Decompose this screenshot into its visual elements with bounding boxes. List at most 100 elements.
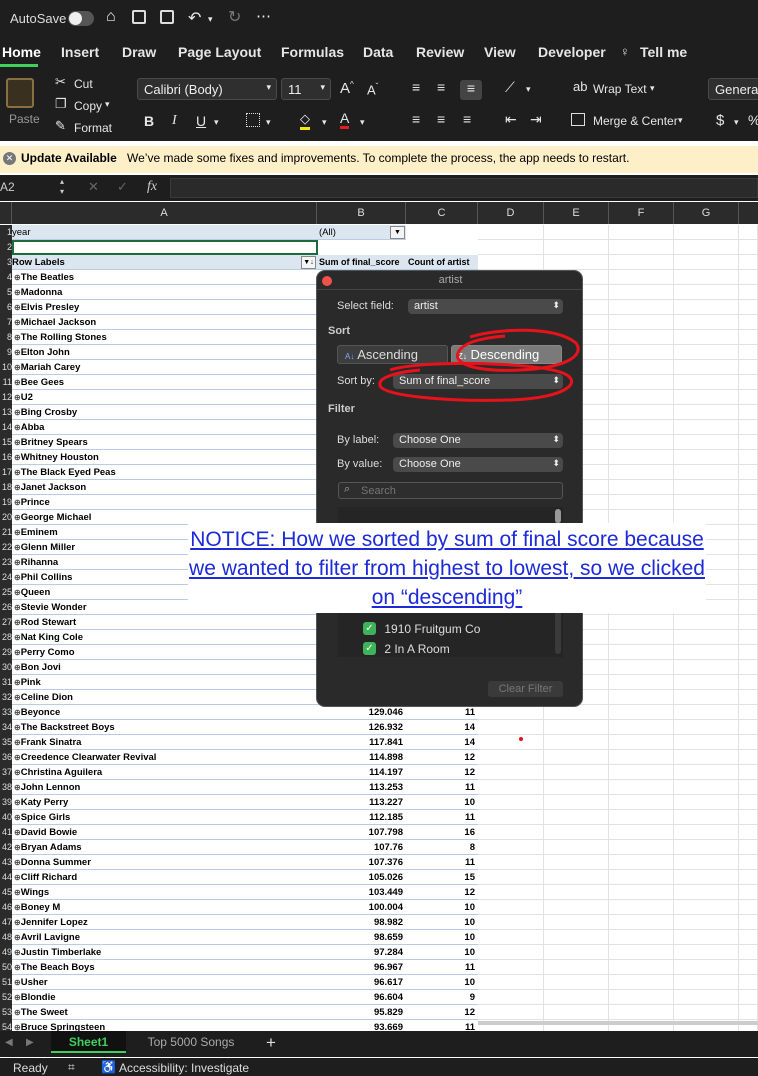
row-number[interactable]: 5 [0,285,12,300]
row-number[interactable]: 46 [0,900,12,915]
artist-cell[interactable]: ⊕Bryan Adams [12,840,317,855]
macro-record-icon[interactable]: ⌗ [68,1060,75,1075]
enter-icon[interactable]: ✓ [117,179,128,195]
count-cell[interactable]: 11 [406,855,478,870]
empty-cell[interactable] [609,240,674,255]
empty-cell[interactable] [739,975,758,990]
percent-icon[interactable]: % [748,112,758,128]
redo-icon[interactable]: ↻ [228,7,241,27]
empty-cell[interactable] [739,930,758,945]
row-number[interactable]: 18 [0,480,12,495]
empty-cell[interactable] [544,705,609,720]
empty-cell[interactable] [674,735,739,750]
expand-icon[interactable]: ⊕ [14,858,21,867]
row-number[interactable]: 39 [0,795,12,810]
empty-cell[interactable] [674,480,739,495]
empty-cell[interactable] [674,975,739,990]
empty-cell[interactable] [544,1005,609,1020]
more-icon[interactable]: ⋯ [256,7,271,25]
artist-cell[interactable]: ⊕Bon Jovi [12,660,317,675]
empty-cell[interactable] [739,375,758,390]
sort-by-dropdown[interactable]: Sum of final_score ⬍ [393,374,563,389]
empty-cell[interactable] [478,1005,544,1020]
row-number[interactable]: 32 [0,690,12,705]
sum-cell[interactable]: 113.253 [317,780,406,795]
save-icon[interactable] [132,10,146,24]
artist-cell[interactable]: ⊕Nat King Cole [12,630,317,645]
row-number[interactable]: 26 [0,600,12,615]
format-painter-button[interactable]: Format [74,121,112,135]
count-cell[interactable]: 11 [406,1020,478,1031]
count-cell[interactable]: 11 [406,810,478,825]
select-all-corner[interactable] [0,202,12,224]
expand-icon[interactable]: ⊕ [14,678,21,687]
row-number[interactable]: 10 [0,360,12,375]
empty-cell[interactable] [739,465,758,480]
column-header-e[interactable]: E [544,202,609,224]
artist-cell[interactable]: ⊕Beyonce [12,705,317,720]
empty-cell[interactable] [739,720,758,735]
empty-cell[interactable] [674,720,739,735]
empty-cell[interactable] [739,480,758,495]
row-number[interactable]: 24 [0,570,12,585]
paste-icon[interactable] [6,78,34,108]
empty-cell[interactable] [609,870,674,885]
decrease-font-icon[interactable]: Aˇ [367,82,378,97]
empty-cell[interactable] [544,975,609,990]
artist-cell[interactable]: ⊕Abba [12,420,317,435]
sort-filter-icon[interactable]: ▼↓ [301,256,316,269]
empty-cell[interactable] [739,315,758,330]
empty-cell[interactable] [609,390,674,405]
tab-developer[interactable]: Developer [538,44,606,60]
empty-cell[interactable] [674,750,739,765]
empty-cell[interactable] [478,990,544,1005]
empty-cell[interactable] [544,990,609,1005]
borders-dropdown-icon[interactable]: ▾ [266,117,271,128]
empty-cell[interactable] [674,930,739,945]
copy-button[interactable]: Copy [74,99,102,113]
empty-cell[interactable] [739,795,758,810]
empty-cell[interactable] [478,810,544,825]
prev-sheet-icon[interactable]: ◀ [5,1037,13,1048]
artist-cell[interactable]: ⊕Janet Jackson [12,480,317,495]
align-right-icon[interactable]: ≡ [463,111,471,127]
expand-icon[interactable]: ⊕ [14,978,21,987]
expand-icon[interactable]: ⊕ [14,708,21,717]
expand-icon[interactable]: ⊕ [14,393,21,402]
empty-cell[interactable] [674,990,739,1005]
empty-cell[interactable] [609,750,674,765]
empty-cell[interactable] [674,675,739,690]
undo-dropdown-icon[interactable]: ▾ [208,14,213,25]
empty-cell[interactable] [478,975,544,990]
empty-cell[interactable] [674,840,739,855]
expand-icon[interactable]: ⊕ [14,303,21,312]
empty-cell[interactable] [674,885,739,900]
expand-icon[interactable]: ⊕ [14,933,21,942]
sum-cell[interactable]: 98.982 [317,915,406,930]
artist-cell[interactable]: ⊕Britney Spears [12,435,317,450]
row-number[interactable]: 14 [0,420,12,435]
name-box-stepper-icon[interactable]: ▴ ▾ [60,177,64,197]
artist-cell[interactable]: ⊕Cliff Richard [12,870,317,885]
empty-cell[interactable] [478,735,544,750]
empty-cell[interactable] [544,840,609,855]
empty-cell[interactable] [609,615,674,630]
empty-cell[interactable] [674,495,739,510]
ascending-button[interactable]: A↓ Ascending [337,345,448,364]
align-top-icon[interactable]: ≡ [412,79,420,95]
expand-icon[interactable]: ⊕ [14,288,21,297]
empty-cell[interactable] [478,960,544,975]
empty-cell[interactable] [739,630,758,645]
expand-icon[interactable]: ⊕ [14,828,21,837]
empty-cell[interactable] [674,945,739,960]
empty-cell[interactable] [739,360,758,375]
artist-cell[interactable]: ⊕Justin Timberlake [12,945,317,960]
row-number[interactable]: 28 [0,630,12,645]
checkbox-checked-icon[interactable]: ✓ [363,642,376,656]
empty-cell[interactable] [739,285,758,300]
empty-cell[interactable] [674,1005,739,1020]
empty-cell[interactable] [674,705,739,720]
by-label-dropdown[interactable]: Choose One ⬍ [393,433,563,448]
count-cell[interactable]: 10 [406,975,478,990]
empty-cell[interactable] [609,645,674,660]
